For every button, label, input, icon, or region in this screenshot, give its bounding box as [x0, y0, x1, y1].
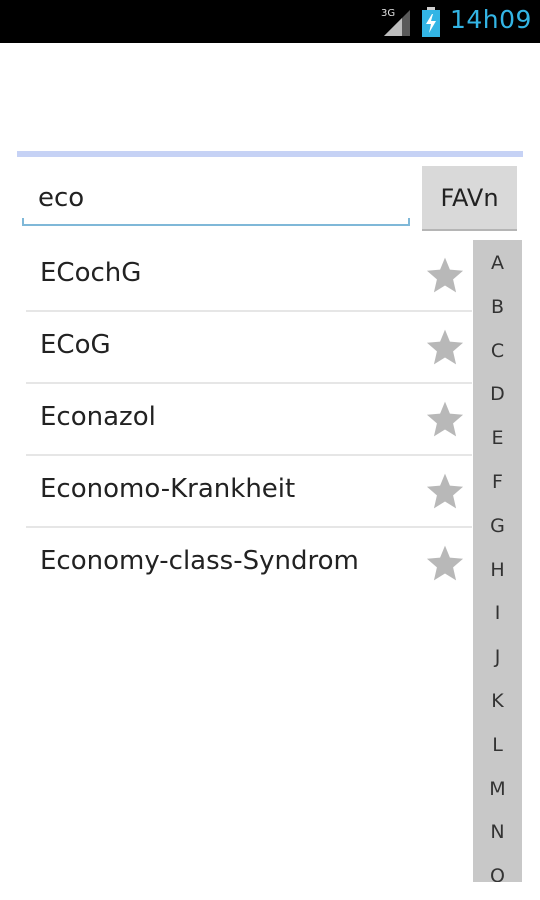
list-item-label: ECoG	[40, 330, 111, 360]
index-letter-b[interactable]: B	[473, 296, 522, 318]
index-letter-o[interactable]: O	[473, 865, 522, 882]
header-divider	[17, 151, 523, 157]
signal-icon	[384, 10, 410, 36]
list-item[interactable]: Economo-Krankheit	[26, 456, 472, 528]
index-letter-e[interactable]: E	[473, 427, 522, 449]
star-icon[interactable]	[426, 256, 464, 294]
list-item-label: Economy-class-Syndrom	[40, 546, 359, 576]
status-clock: 14h09	[450, 5, 532, 34]
search-underline	[22, 218, 410, 226]
index-letter-c[interactable]: C	[473, 340, 522, 362]
index-letter-f[interactable]: F	[473, 471, 522, 493]
list-item-label: ECochG	[40, 258, 142, 288]
index-letter-i[interactable]: I	[473, 602, 522, 624]
search-input[interactable]	[22, 172, 410, 224]
index-letter-a[interactable]: A	[473, 252, 522, 274]
list-item[interactable]: Econazol	[26, 384, 472, 456]
star-icon[interactable]	[426, 400, 464, 438]
alphabet-index-bar[interactable]: ABCDEFGHIJKLMN O	[473, 240, 522, 882]
star-icon[interactable]	[426, 328, 464, 366]
star-icon[interactable]	[426, 544, 464, 582]
index-letter-l[interactable]: L	[473, 734, 522, 756]
list-item[interactable]: Economy-class-Syndrom	[26, 528, 472, 598]
list-item[interactable]: ECochG	[26, 240, 472, 312]
list-item[interactable]: ECoG	[26, 312, 472, 384]
results-list: ECochG ECoG Econazol Economo-Krankheit E…	[26, 240, 472, 598]
list-item-label: Econazol	[40, 402, 156, 432]
search-field[interactable]	[22, 172, 410, 228]
status-bar: 3G 14h09	[0, 0, 540, 43]
index-letter-j[interactable]: J	[473, 646, 522, 668]
battery-charging-icon	[422, 7, 440, 37]
index-letter-h[interactable]: H	[473, 559, 522, 581]
index-letter-d[interactable]: D	[473, 383, 522, 405]
index-letter-g[interactable]: G	[473, 515, 522, 537]
star-icon[interactable]	[426, 472, 464, 510]
index-letter-k[interactable]: K	[473, 690, 522, 712]
favorites-button[interactable]: FAVn	[422, 166, 517, 231]
index-letter-n[interactable]: N	[473, 821, 522, 843]
list-item-label: Economo-Krankheit	[40, 474, 296, 504]
index-letter-m[interactable]: M	[473, 778, 522, 800]
